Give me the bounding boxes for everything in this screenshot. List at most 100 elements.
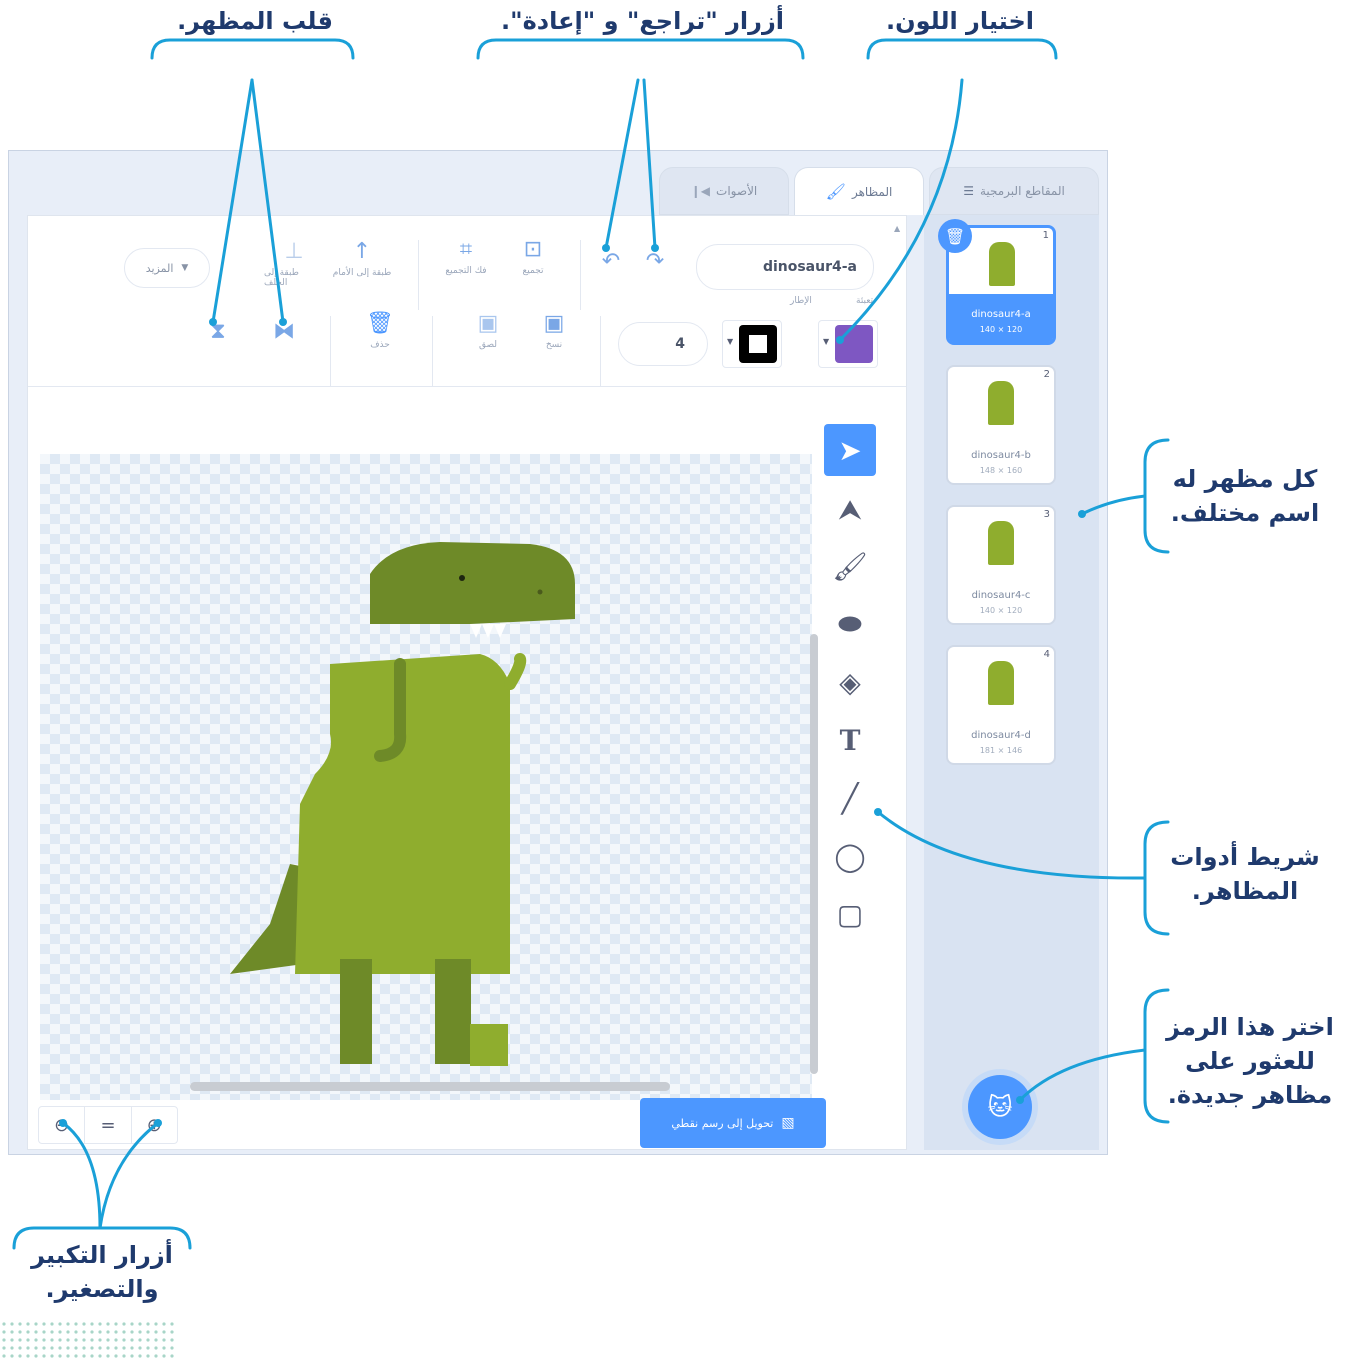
zoom-out-icon: ⊖ bbox=[54, 1114, 70, 1136]
toolbar-separator bbox=[432, 316, 433, 386]
toolbar-separator bbox=[580, 240, 581, 310]
redo-icon: ↷ bbox=[645, 249, 665, 274]
horizontal-scrollbar[interactable] bbox=[190, 1082, 670, 1091]
dino-thumbnail bbox=[989, 242, 1015, 286]
toolbar-separator bbox=[600, 316, 601, 386]
convert-label: تحويل إلى رسم نقطي bbox=[671, 1116, 774, 1130]
text-tool[interactable]: T bbox=[824, 714, 876, 766]
more-label: المزيد bbox=[145, 261, 174, 275]
paint-editor: المزيد ▼ ⊥ طبقة إلى الخلف ↑ طبقة إلى الأ… bbox=[27, 215, 907, 1150]
dino-front-leg bbox=[435, 959, 471, 1064]
zoom-reset-label: = bbox=[100, 1114, 116, 1136]
fill-label: تعبئة bbox=[856, 296, 874, 306]
dino-foot bbox=[470, 1024, 508, 1066]
sound-icon: ◀❙ bbox=[690, 184, 711, 198]
costume-name-input[interactable]: dinosaur4-a bbox=[696, 244, 874, 290]
dinosaur-drawing bbox=[230, 542, 575, 1066]
ungroup-button[interactable]: ⌗ فك التجميع bbox=[438, 238, 494, 277]
backward-button[interactable]: ⊥ طبقة إلى الخلف bbox=[264, 240, 324, 289]
costume-card[interactable]: 2 dinosaur4-b 148 × 160 bbox=[946, 365, 1056, 485]
reshape-icon: ⮝ bbox=[838, 493, 862, 526]
zoom-out-button[interactable]: ⊖ bbox=[39, 1107, 86, 1143]
fill-swatch bbox=[835, 325, 873, 363]
flip-vertical-icon: ⧗ bbox=[210, 319, 226, 344]
costume-card[interactable]: 3 dinosaur4-c 140 × 120 bbox=[946, 505, 1056, 625]
fill-color-picker[interactable]: ▼ bbox=[818, 320, 878, 368]
convert-to-bitmap-button[interactable]: ▧ تحويل إلى رسم نقطي bbox=[640, 1098, 826, 1148]
drawing-canvas[interactable] bbox=[40, 454, 818, 1100]
line-icon: ╱ bbox=[841, 781, 859, 815]
flip-horizontal-button[interactable]: ⧓ bbox=[264, 320, 304, 344]
paste-button[interactable]: ▣ لصق bbox=[468, 312, 508, 351]
tab-sounds[interactable]: الأصوات ◀❙ bbox=[659, 167, 789, 215]
toolbar-separator bbox=[418, 240, 419, 310]
costume-card[interactable]: 4 dinosaur4-d 181 × 146 bbox=[946, 645, 1056, 765]
dino-small-arm bbox=[504, 653, 527, 690]
toolbar-separator bbox=[330, 316, 331, 386]
chevron-down-icon: ▼ bbox=[181, 263, 189, 273]
brush-icon: 🖌 bbox=[825, 182, 846, 201]
undo-icon: ↶ bbox=[601, 249, 621, 274]
callout-color: اختيار اللون. bbox=[886, 7, 1034, 35]
tab-costumes[interactable]: المظاهر 🖌 bbox=[794, 167, 924, 215]
vertical-scrollbar[interactable] bbox=[810, 634, 818, 1074]
bracket-flip bbox=[150, 38, 355, 60]
zoom-reset-button[interactable]: = bbox=[85, 1107, 132, 1143]
delete-costume-button[interactable]: 🗑 bbox=[938, 219, 972, 253]
paint-bucket-icon: ◈ bbox=[839, 665, 861, 699]
copy-button[interactable]: ▣ نسخ bbox=[534, 312, 574, 351]
forward-button[interactable]: ↑ طبقة إلى الأمام bbox=[330, 239, 394, 279]
dino-thumbnail bbox=[988, 381, 1014, 425]
undo-button[interactable]: ↶ bbox=[596, 250, 626, 274]
group-icon: ⊡ bbox=[523, 237, 543, 262]
outline-swatch-inner bbox=[749, 335, 767, 353]
delete-label: حذف bbox=[370, 340, 390, 350]
cursor-icon: ➤ bbox=[838, 433, 862, 467]
text-icon: T bbox=[839, 723, 861, 757]
delete-button[interactable]: 🗑 حذف bbox=[360, 312, 400, 351]
costume-size: 140 × 120 bbox=[979, 325, 1023, 334]
callout-undo-redo: أزرار "تراجع" و "إعادة". bbox=[501, 7, 784, 35]
select-tool[interactable]: ➤ bbox=[824, 424, 876, 476]
outline-swatch bbox=[739, 325, 777, 363]
circle-icon: ◯ bbox=[834, 839, 866, 873]
callout-toolbar: شريط أدوات المظاهر. bbox=[1170, 843, 1320, 905]
costume-size: 148 × 160 bbox=[979, 466, 1023, 475]
brush-tool[interactable]: 🖌 bbox=[824, 540, 876, 592]
flip-vertical-button[interactable]: ⧗ bbox=[198, 320, 238, 344]
tab-code[interactable]: المقاطع البرمجية ☰ bbox=[929, 167, 1099, 215]
outline-width-input[interactable]: 4 bbox=[618, 322, 708, 366]
scroll-up-arrow[interactable]: ▲ bbox=[894, 224, 900, 233]
line-tool[interactable]: ╱ bbox=[824, 772, 876, 824]
arrow-up-icon: ↑ bbox=[352, 239, 372, 264]
circle-tool[interactable]: ◯ bbox=[824, 830, 876, 882]
bracket-undo bbox=[476, 38, 805, 60]
costume-name-value: dinosaur4-a bbox=[762, 259, 857, 275]
dino-teeth bbox=[470, 624, 506, 638]
rectangle-icon: ▢ bbox=[836, 897, 864, 931]
cat-costume-icon: 🐱 bbox=[987, 1093, 1013, 1121]
dino-back-leg bbox=[340, 959, 372, 1064]
outline-label: الإطار bbox=[790, 296, 812, 306]
choose-costume-button[interactable]: 🐱 bbox=[968, 1075, 1032, 1139]
dino-thumbnail bbox=[988, 521, 1014, 565]
dino-nostril bbox=[537, 589, 543, 595]
reshape-tool[interactable]: ⮝ bbox=[824, 484, 876, 536]
tab-sounds-label: الأصوات bbox=[716, 184, 758, 198]
more-dropdown[interactable]: المزيد ▼ bbox=[124, 248, 210, 288]
zoom-in-button[interactable]: ⊕ bbox=[132, 1107, 177, 1143]
costume-number: 4 bbox=[1043, 649, 1050, 660]
costume-name: dinosaur4-a bbox=[971, 309, 1031, 320]
outline-color-picker[interactable]: ▼ bbox=[722, 320, 782, 368]
chevron-down-icon: ▼ bbox=[823, 337, 830, 346]
chevron-down-icon: ▼ bbox=[727, 337, 734, 346]
tab-code-label: المقاطع البرمجية bbox=[979, 184, 1065, 198]
group-button[interactable]: ⊡ تجميع bbox=[508, 237, 558, 277]
fill-tool[interactable]: ◈ bbox=[824, 656, 876, 708]
rectangle-tool[interactable]: ▢ bbox=[824, 888, 876, 940]
toolbar-bottom-border bbox=[28, 386, 906, 387]
eraser-tool[interactable]: ⬬ bbox=[824, 598, 876, 650]
redo-button[interactable]: ↷ bbox=[640, 250, 670, 274]
callout-flip: قلب المظهر. bbox=[177, 7, 333, 35]
costume-list: 1 dinosaur4-a 140 × 120 🗑 2 dinosaur4-b … bbox=[924, 215, 1099, 1150]
